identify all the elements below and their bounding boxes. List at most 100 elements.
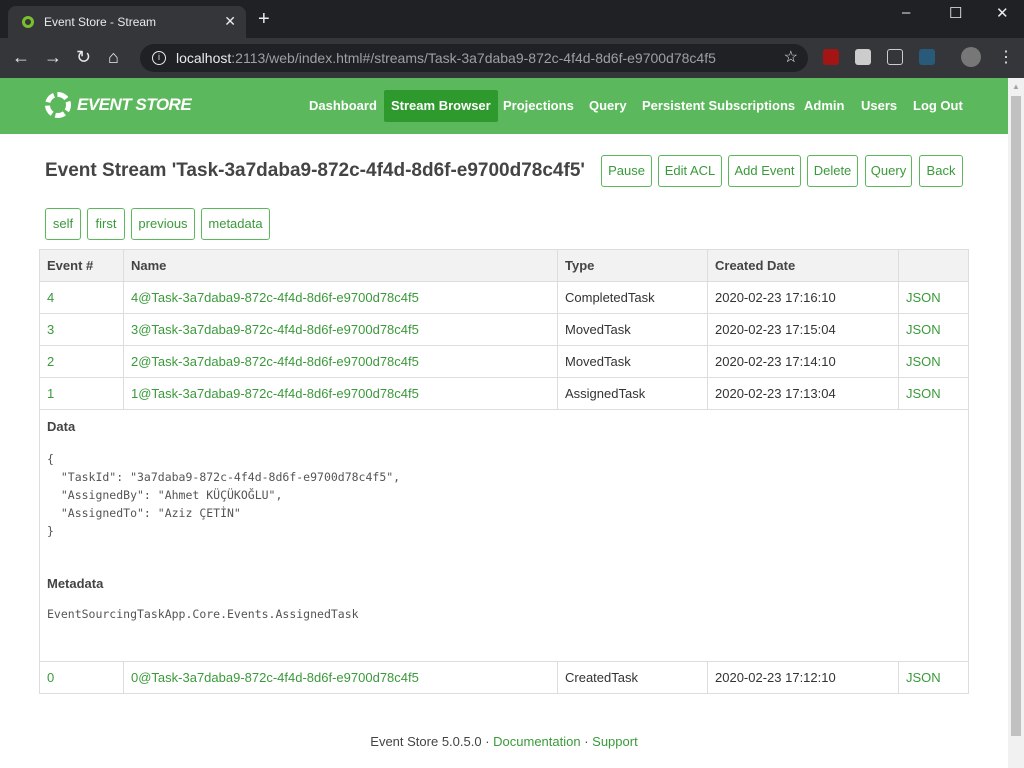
- nav-log-out[interactable]: Log Out: [906, 90, 970, 122]
- table-row[interactable]: 2 2@Task-3a7daba9-872c-4f4d-8d6f-e9700d78…: [39, 345, 969, 378]
- logo[interactable]: EVENT STORE: [45, 92, 192, 118]
- table-header: Event # Name Type Created Date: [39, 249, 969, 282]
- app-header: EVENT STORE Dashboard Stream Browser Pro…: [0, 78, 1008, 134]
- event-type: AssignedTask: [557, 377, 708, 410]
- event-name-link[interactable]: 2@Task-3a7daba9-872c-4f4d-8d6f-e9700d78c…: [123, 345, 558, 378]
- event-type: MovedTask: [557, 345, 708, 378]
- event-number[interactable]: 0: [39, 661, 124, 694]
- documentation-link[interactable]: Documentation: [493, 734, 580, 749]
- events-table: Event # Name Type Created Date 4 4@Task-3…: [39, 249, 969, 694]
- scrollbar-thumb[interactable]: [1011, 96, 1021, 736]
- url-host: localhost: [176, 50, 232, 66]
- col-created-date: Created Date: [707, 249, 899, 282]
- json-link[interactable]: JSON: [898, 281, 969, 314]
- logo-ring-icon: [45, 92, 71, 118]
- add-event-button[interactable]: Add Event: [728, 155, 801, 187]
- back-icon[interactable]: ←: [12, 47, 30, 68]
- tab-title: Event Store - Stream: [44, 15, 157, 29]
- col-type: Type: [557, 249, 708, 282]
- back-button[interactable]: Back: [919, 155, 963, 187]
- json-link[interactable]: JSON: [898, 313, 969, 346]
- event-number[interactable]: 3: [39, 313, 124, 346]
- table-row[interactable]: 0 0@Task-3a7daba9-872c-4f4d-8d6f-e9700d78…: [39, 661, 969, 694]
- version-text: Event Store 5.0.5.0: [370, 734, 482, 749]
- minimize-icon[interactable]: –: [902, 4, 910, 21]
- json-link[interactable]: JSON: [898, 377, 969, 410]
- pause-button[interactable]: Pause: [601, 155, 652, 187]
- event-name-link[interactable]: 0@Task-3a7daba9-872c-4f4d-8d6f-e9700d78c…: [123, 661, 558, 694]
- nav-dashboard[interactable]: Dashboard: [302, 90, 384, 122]
- browser-tab-bar: Event Store - Stream ✕ + – ☐ ✕: [0, 0, 1024, 38]
- page-title: Event Stream 'Task-3a7daba9-872c-4f4d-8d…: [45, 160, 585, 181]
- nav-persistent-subscriptions[interactable]: Persistent Subscriptions: [635, 90, 802, 122]
- event-date: 2020-02-23 17:15:04: [707, 313, 899, 346]
- data-label: Data: [47, 419, 76, 434]
- col-event-num: Event #: [39, 249, 124, 282]
- extension-icon[interactable]: [855, 49, 871, 65]
- menu-kebab-icon[interactable]: ⋮: [998, 47, 1014, 67]
- separator: ·: [481, 734, 494, 749]
- footer: Event Store 5.0.5.0 · Documentation · Su…: [0, 734, 1008, 749]
- scroll-up-icon[interactable]: ▲: [1012, 82, 1020, 91]
- event-type: CreatedTask: [557, 661, 708, 694]
- profile-avatar[interactable]: [961, 47, 981, 67]
- edit-acl-button[interactable]: Edit ACL: [658, 155, 722, 187]
- nav-stream-browser[interactable]: Stream Browser: [384, 90, 498, 122]
- bookmark-star-icon[interactable]: ☆: [784, 47, 798, 67]
- event-number[interactable]: 1: [39, 377, 124, 410]
- home-icon[interactable]: ⌂: [108, 47, 119, 68]
- reload-icon[interactable]: ↻: [76, 47, 91, 68]
- forward-icon[interactable]: →: [44, 47, 62, 68]
- event-date: 2020-02-23 17:16:10: [707, 281, 899, 314]
- json-link[interactable]: JSON: [898, 345, 969, 378]
- delete-button[interactable]: Delete: [807, 155, 858, 187]
- extension-icon[interactable]: [919, 49, 935, 65]
- event-name-link[interactable]: 1@Task-3a7daba9-872c-4f4d-8d6f-e9700d78c…: [123, 377, 558, 410]
- nav-users[interactable]: Users: [854, 90, 904, 122]
- logo-text: EVENT STORE: [77, 95, 192, 114]
- event-detail: Data { "TaskId": "3a7daba9-872c-4f4d-8d6…: [39, 409, 969, 662]
- previous-link[interactable]: previous: [131, 208, 195, 240]
- ublock-icon[interactable]: [823, 49, 839, 65]
- event-type: CompletedTask: [557, 281, 708, 314]
- nav-projections[interactable]: Projections: [496, 90, 581, 122]
- event-data-json: { "TaskId": "3a7daba9-872c-4f4d-8d6f-e97…: [47, 452, 401, 538]
- query-button[interactable]: Query: [865, 155, 912, 187]
- url-path: :2113/web/index.html#/streams/Task-3a7da…: [231, 50, 716, 66]
- extension-icon[interactable]: [887, 49, 903, 65]
- address-bar[interactable]: i localhost:2113/web/index.html#/streams…: [140, 44, 808, 72]
- event-name-link[interactable]: 3@Task-3a7daba9-872c-4f4d-8d6f-e9700d78c…: [123, 313, 558, 346]
- col-name: Name: [123, 249, 558, 282]
- event-date: 2020-02-23 17:12:10: [707, 661, 899, 694]
- new-tab-icon[interactable]: +: [258, 8, 270, 31]
- event-type: MovedTask: [557, 313, 708, 346]
- event-date: 2020-02-23 17:13:04: [707, 377, 899, 410]
- event-number[interactable]: 4: [39, 281, 124, 314]
- first-link[interactable]: first: [87, 208, 125, 240]
- table-row[interactable]: 3 3@Task-3a7daba9-872c-4f4d-8d6f-e9700d78…: [39, 313, 969, 346]
- metadata-label: Metadata: [47, 576, 104, 591]
- table-row[interactable]: 1 1@Task-3a7daba9-872c-4f4d-8d6f-e9700d78…: [39, 377, 969, 410]
- event-date: 2020-02-23 17:14:10: [707, 345, 899, 378]
- info-icon[interactable]: i: [152, 51, 166, 65]
- browser-tab[interactable]: Event Store - Stream ✕: [8, 6, 246, 38]
- browser-toolbar: ← → ↻ ⌂ i localhost:2113/web/index.html#…: [0, 38, 1024, 78]
- separator: ·: [580, 734, 593, 749]
- metadata-link[interactable]: metadata: [201, 208, 270, 240]
- scrollbar[interactable]: ▲: [1008, 78, 1024, 768]
- col-json: [898, 249, 969, 282]
- json-link[interactable]: JSON: [898, 661, 969, 694]
- nav-admin[interactable]: Admin: [797, 90, 851, 122]
- nav-query[interactable]: Query: [582, 90, 634, 122]
- event-number[interactable]: 2: [39, 345, 124, 378]
- eventstore-favicon-icon: [22, 16, 34, 28]
- close-window-icon[interactable]: ✕: [996, 4, 1009, 22]
- table-row[interactable]: 4 4@Task-3a7daba9-872c-4f4d-8d6f-e9700d78…: [39, 281, 969, 314]
- support-link[interactable]: Support: [592, 734, 638, 749]
- close-tab-icon[interactable]: ✕: [224, 13, 236, 30]
- event-name-link[interactable]: 4@Task-3a7daba9-872c-4f4d-8d6f-e9700d78c…: [123, 281, 558, 314]
- self-link[interactable]: self: [45, 208, 81, 240]
- event-detail-row: Data { "TaskId": "3a7daba9-872c-4f4d-8d6…: [39, 409, 969, 662]
- maximize-icon[interactable]: ☐: [949, 4, 962, 22]
- event-metadata: EventSourcingTaskApp.Core.Events.Assigne…: [47, 607, 359, 621]
